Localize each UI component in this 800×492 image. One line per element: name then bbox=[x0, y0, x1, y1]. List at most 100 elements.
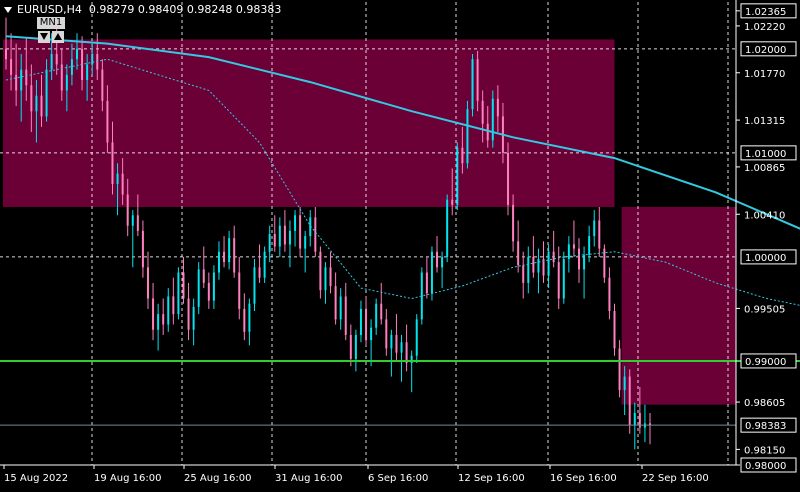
candle-body bbox=[583, 254, 586, 270]
candle-body bbox=[633, 412, 636, 426]
candle-body bbox=[5, 48, 7, 60]
candle-body bbox=[217, 251, 220, 273]
price-label-text: 1.00000 bbox=[745, 253, 786, 264]
x-axis-labels: 15 Aug 2022 19 Aug 16:00 25 Aug 16:00 31 Au… bbox=[3, 465, 709, 484]
timeframe-badge: MN1 bbox=[37, 17, 65, 29]
candle-body bbox=[552, 251, 555, 263]
candle-body bbox=[618, 348, 621, 391]
price-chart[interactable]: 1.02365 1.02220 1.01770 1.01315 1.00865 1.004… bbox=[0, 0, 800, 488]
candle-body bbox=[451, 199, 454, 205]
candle-body bbox=[40, 95, 43, 117]
y-price-label-box: 1.02000 bbox=[740, 41, 797, 57]
timeframe-down-icon[interactable] bbox=[38, 31, 50, 43]
candle-body bbox=[182, 272, 185, 299]
candle-body bbox=[268, 234, 271, 252]
x-tick-label: 12 Sep 16:00 bbox=[458, 473, 525, 484]
candle-body bbox=[344, 296, 347, 335]
candle-body bbox=[461, 147, 464, 164]
x-tick-label: 22 Sep 16:00 bbox=[642, 473, 709, 484]
candle-body bbox=[136, 215, 139, 231]
candle-body bbox=[223, 251, 226, 263]
candle-body bbox=[233, 238, 236, 273]
candle-body bbox=[395, 334, 398, 353]
candle-body bbox=[238, 272, 241, 309]
candle-body bbox=[598, 220, 601, 249]
price-label-text: 1.02365 bbox=[745, 7, 786, 18]
candle-body bbox=[243, 308, 246, 332]
candle-body bbox=[486, 123, 489, 141]
y-tick-label: 1.00410 bbox=[744, 210, 785, 221]
candle-body bbox=[324, 267, 327, 291]
candle-body bbox=[162, 314, 165, 325]
candle-body bbox=[547, 251, 550, 276]
y-tick-label: 1.01315 bbox=[744, 116, 785, 127]
candle-body bbox=[405, 342, 408, 364]
chart-header: EURUSD,H4 0.98279 0.98409 0.98248 0.9838… bbox=[4, 3, 281, 17]
candle-body bbox=[349, 334, 352, 359]
candle-body bbox=[131, 215, 134, 226]
x-tick-label: 15 Aug 2022 bbox=[4, 473, 68, 484]
candle-body bbox=[116, 173, 119, 185]
candle-body bbox=[365, 308, 368, 341]
candle-body bbox=[603, 248, 606, 278]
candle-body bbox=[299, 215, 302, 249]
candle-body bbox=[141, 230, 144, 268]
candle-body bbox=[91, 54, 94, 65]
candle-body bbox=[75, 48, 78, 60]
candle-body bbox=[517, 241, 520, 266]
open-price: 0.98279 bbox=[88, 3, 135, 16]
candle-body bbox=[334, 286, 337, 320]
y-tick-label: 0.99505 bbox=[744, 304, 785, 315]
y-axis-labels: 1.02365 1.02220 1.01770 1.01315 1.00865 1.004… bbox=[736, 3, 797, 473]
candle-body bbox=[354, 334, 357, 359]
candle-body bbox=[263, 251, 266, 278]
candle-body bbox=[507, 152, 510, 205]
candle-body bbox=[370, 327, 373, 341]
candle-body bbox=[425, 272, 428, 294]
candle-body bbox=[197, 269, 200, 307]
candle-body bbox=[466, 109, 469, 164]
price-label-text: 1.01000 bbox=[745, 149, 786, 160]
candle-body bbox=[613, 311, 616, 349]
candle-body bbox=[30, 85, 33, 112]
candle-body bbox=[121, 173, 124, 195]
y-price-label-box: 1.02365 bbox=[740, 3, 797, 19]
candle-body bbox=[10, 59, 13, 75]
candle-body bbox=[20, 69, 23, 91]
supply-zone-1 bbox=[621, 206, 736, 405]
candle-body bbox=[567, 244, 570, 259]
candle-body bbox=[106, 100, 109, 143]
candle-body bbox=[278, 225, 281, 247]
price-label-text: 1.02000 bbox=[745, 45, 786, 56]
timeframe-up-icon[interactable] bbox=[52, 31, 64, 43]
candle-body bbox=[496, 98, 499, 117]
candle-body bbox=[532, 256, 535, 273]
candle-body bbox=[557, 262, 560, 299]
candle-body bbox=[253, 267, 256, 304]
timeframe-widget[interactable]: MN1 bbox=[37, 17, 65, 43]
candle-body bbox=[187, 298, 190, 330]
y-tick-label: 0.98605 bbox=[744, 398, 785, 409]
candle-body bbox=[491, 98, 494, 141]
candle-body bbox=[25, 69, 28, 86]
chart-canvas[interactable]: 1.02365 1.02220 1.01770 1.01315 1.00865 1.004… bbox=[0, 0, 800, 488]
candle-body bbox=[359, 308, 362, 335]
candle-body bbox=[481, 100, 484, 124]
symbol-label: EURUSD,H4 bbox=[17, 3, 82, 16]
candle-body bbox=[572, 244, 575, 249]
x-tick-label: 16 Sep 16:00 bbox=[550, 473, 617, 484]
candle-body bbox=[562, 258, 565, 299]
y-price-label-box: 0.98383 bbox=[740, 417, 797, 433]
symbol-menu-icon[interactable] bbox=[4, 7, 12, 13]
candle-body bbox=[172, 296, 175, 315]
candle-body bbox=[273, 234, 276, 247]
candle-body bbox=[283, 225, 286, 245]
candle-body bbox=[527, 256, 530, 283]
candle-body bbox=[248, 303, 251, 332]
candle-body bbox=[146, 267, 149, 299]
price-label-text: 0.99000 bbox=[745, 357, 786, 368]
y-tick-label: 1.01770 bbox=[744, 69, 785, 80]
candle-body bbox=[380, 303, 383, 320]
candle-body bbox=[319, 251, 322, 291]
candle-body bbox=[192, 306, 195, 330]
